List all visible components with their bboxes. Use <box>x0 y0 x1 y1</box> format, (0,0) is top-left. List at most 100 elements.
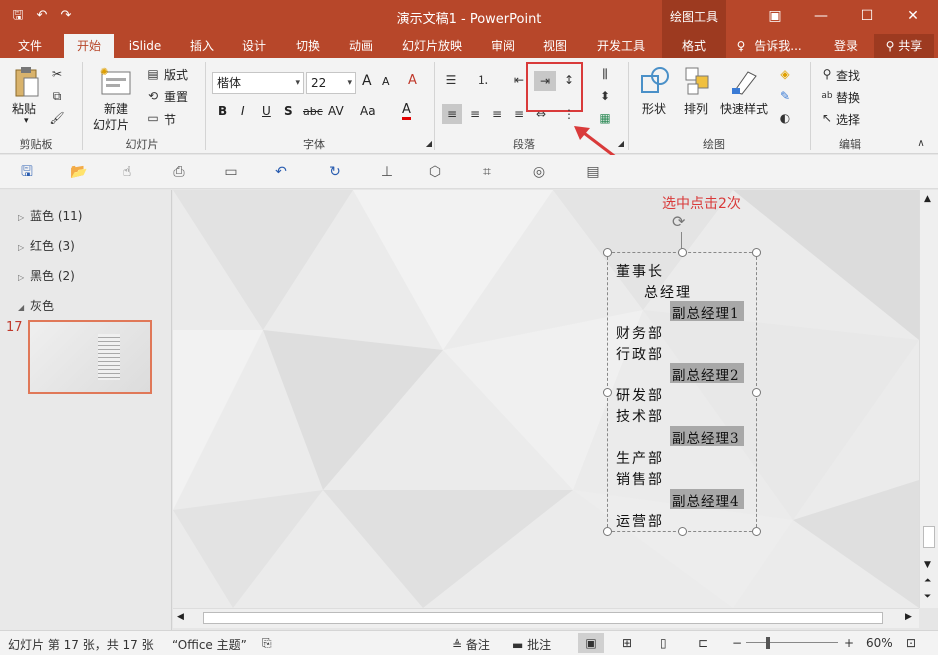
tab-format[interactable]: 格式 <box>662 34 726 58</box>
resize-handle[interactable] <box>752 248 761 257</box>
align-text-icon[interactable]: ⬍ <box>596 88 614 104</box>
layout-icon[interactable]: ▤ <box>144 66 162 82</box>
copy-icon[interactable]: ⧉ <box>48 88 66 104</box>
shape-fill-icon[interactable]: ◈ <box>776 66 794 82</box>
resize-handle[interactable] <box>678 527 687 536</box>
text-line[interactable]: 运营部 <box>616 511 664 531</box>
replace-icon[interactable]: ab <box>818 88 836 104</box>
text-line[interactable]: 总经理 <box>644 282 692 302</box>
resize-handle[interactable] <box>678 248 687 257</box>
bullets-icon[interactable]: ☰ <box>442 72 460 88</box>
layout-button[interactable]: 版式 <box>164 66 188 83</box>
scroll-right-icon[interactable]: ▶ <box>905 612 912 622</box>
text-line-highlighted[interactable]: 副总经理3 <box>670 426 744 447</box>
dialog-launcher-icon[interactable]: ◢ <box>420 136 438 152</box>
font-color-button[interactable]: A <box>402 103 411 120</box>
text-line[interactable]: 董事长 <box>616 261 664 281</box>
zoom-slider-thumb[interactable] <box>766 637 770 649</box>
resize-handle[interactable] <box>752 527 761 536</box>
zoom-slider-track[interactable] <box>746 642 838 643</box>
section-button[interactable]: 节 <box>164 111 176 128</box>
maximize-button[interactable]: ☐ <box>844 0 890 34</box>
shape-effects-icon[interactable]: ◐ <box>776 110 794 126</box>
align-objects-icon[interactable]: ⊥ <box>378 163 396 181</box>
crop-icon[interactable]: ⌗ <box>478 163 496 181</box>
new-slide-icon[interactable]: ✺ <box>100 66 132 96</box>
tab-slideshow[interactable]: 幻灯片放映 <box>394 34 470 58</box>
tab-file[interactable]: 文件 <box>6 34 54 58</box>
grow-font-button[interactable]: A <box>362 73 372 89</box>
tell-me-box[interactable]: 告诉我... <box>750 34 806 58</box>
paste-icon[interactable] <box>12 66 40 98</box>
italic-button[interactable]: I <box>241 104 245 118</box>
numbering-icon[interactable]: ⒈ <box>474 72 492 88</box>
horizontal-scrollbar[interactable]: ◀ ▶ <box>173 608 919 628</box>
zoom-in-icon[interactable]: + <box>844 636 854 650</box>
scroll-left-icon[interactable]: ◀ <box>177 612 184 622</box>
char-spacing-button[interactable]: AV <box>328 104 344 118</box>
section-icon[interactable]: ▭ <box>144 110 162 126</box>
clear-format-button[interactable]: A <box>408 73 417 88</box>
resize-handle[interactable] <box>603 527 612 536</box>
normal-view-icon[interactable]: ▣ <box>578 633 604 653</box>
underline-button[interactable]: U <box>262 104 271 118</box>
presenter-icon[interactable]: ▭ <box>222 163 240 181</box>
select-button[interactable]: 选择 <box>836 111 860 128</box>
section-gray[interactable]: ◢ 灰色 <box>18 297 54 314</box>
scroll-down-icon[interactable]: ▼ <box>924 560 931 570</box>
save-icon[interactable]: 🖫 <box>18 163 36 181</box>
section-red[interactable]: ▷ 红色 (3) <box>18 237 75 254</box>
shape-icon[interactable]: ⬡ <box>426 163 444 181</box>
text-line[interactable]: 研发部 <box>616 385 664 405</box>
minimize-button[interactable]: — <box>798 0 844 34</box>
text-line[interactable]: 生产部 <box>616 448 664 468</box>
quick-styles-button[interactable]: 快速样式 <box>720 100 768 117</box>
undo-icon[interactable]: ↶ <box>272 163 290 181</box>
next-slide-icon[interactable]: ⏷ <box>924 592 931 602</box>
scroll-thumb[interactable] <box>203 612 883 624</box>
textbox-icon[interactable]: ▤ <box>584 163 602 181</box>
resize-handle[interactable] <box>603 388 612 397</box>
slide-canvas[interactable]: 选中点击2次 ⟳ 董事长 总经理 副总经理1 财务部 行政部 副总经理2 研发部… <box>173 190 919 608</box>
open-folder-icon[interactable]: 📂 <box>70 163 88 181</box>
merge-shapes-icon[interactable]: ◎ <box>530 163 548 181</box>
section-black[interactable]: ▷ 黑色 (2) <box>18 267 75 284</box>
prev-slide-icon[interactable]: ⏶ <box>924 576 931 586</box>
quick-styles-icon[interactable] <box>730 66 760 96</box>
zoom-out-icon[interactable]: − <box>732 636 742 650</box>
tab-developer[interactable]: 开发工具 <box>588 34 654 58</box>
find-button[interactable]: 查找 <box>836 67 860 84</box>
section-blue[interactable]: ▷ 蓝色 (11) <box>18 207 82 224</box>
text-line-highlighted[interactable]: 副总经理2 <box>670 363 744 384</box>
align-left-icon[interactable]: ≡ <box>442 104 462 124</box>
paste-button[interactable]: 粘贴 <box>12 100 36 117</box>
slideshow-icon[interactable]: ⊏ <box>698 636 708 650</box>
reset-icon[interactable]: ⟲ <box>144 88 162 104</box>
share-button[interactable]: ⚲ 共享 <box>874 34 934 58</box>
reset-button[interactable]: 重置 <box>164 88 188 105</box>
new-slide-label-1[interactable]: 新建 <box>104 100 128 117</box>
tab-design[interactable]: 设计 <box>230 34 278 58</box>
cut-icon[interactable]: ✂ <box>48 66 66 82</box>
replace-button[interactable]: 替换 <box>836 89 860 106</box>
paste-dropdown-icon[interactable]: ▾ <box>24 116 29 126</box>
shadow-button[interactable]: S <box>284 104 293 118</box>
tab-animations[interactable]: 动画 <box>336 34 386 58</box>
slide-sorter-icon[interactable]: ⊞ <box>622 636 632 650</box>
justify-icon[interactable]: ≡ <box>510 106 528 122</box>
resize-handle[interactable] <box>603 248 612 257</box>
fit-to-window-icon[interactable]: ⊡ <box>906 636 916 650</box>
spell-check-icon[interactable]: ⎘ <box>262 636 272 651</box>
align-center-icon[interactable]: ≡ <box>466 106 484 122</box>
slide-thumbnail[interactable] <box>28 320 152 394</box>
text-line[interactable]: 技术部 <box>616 406 664 426</box>
strikethrough-button[interactable]: abc <box>303 105 323 118</box>
notes-button[interactable]: ≜ 备注 <box>452 636 490 653</box>
repeat-icon[interactable]: ↻ <box>326 163 344 181</box>
shapes-icon[interactable] <box>640 66 670 96</box>
distribute-icon[interactable]: ⇔ <box>532 106 550 122</box>
shape-outline-icon[interactable]: ✎ <box>776 88 794 104</box>
text-line[interactable]: 财务部 <box>616 323 664 343</box>
close-button[interactable]: ✕ <box>890 0 936 34</box>
resize-handle[interactable] <box>752 388 761 397</box>
